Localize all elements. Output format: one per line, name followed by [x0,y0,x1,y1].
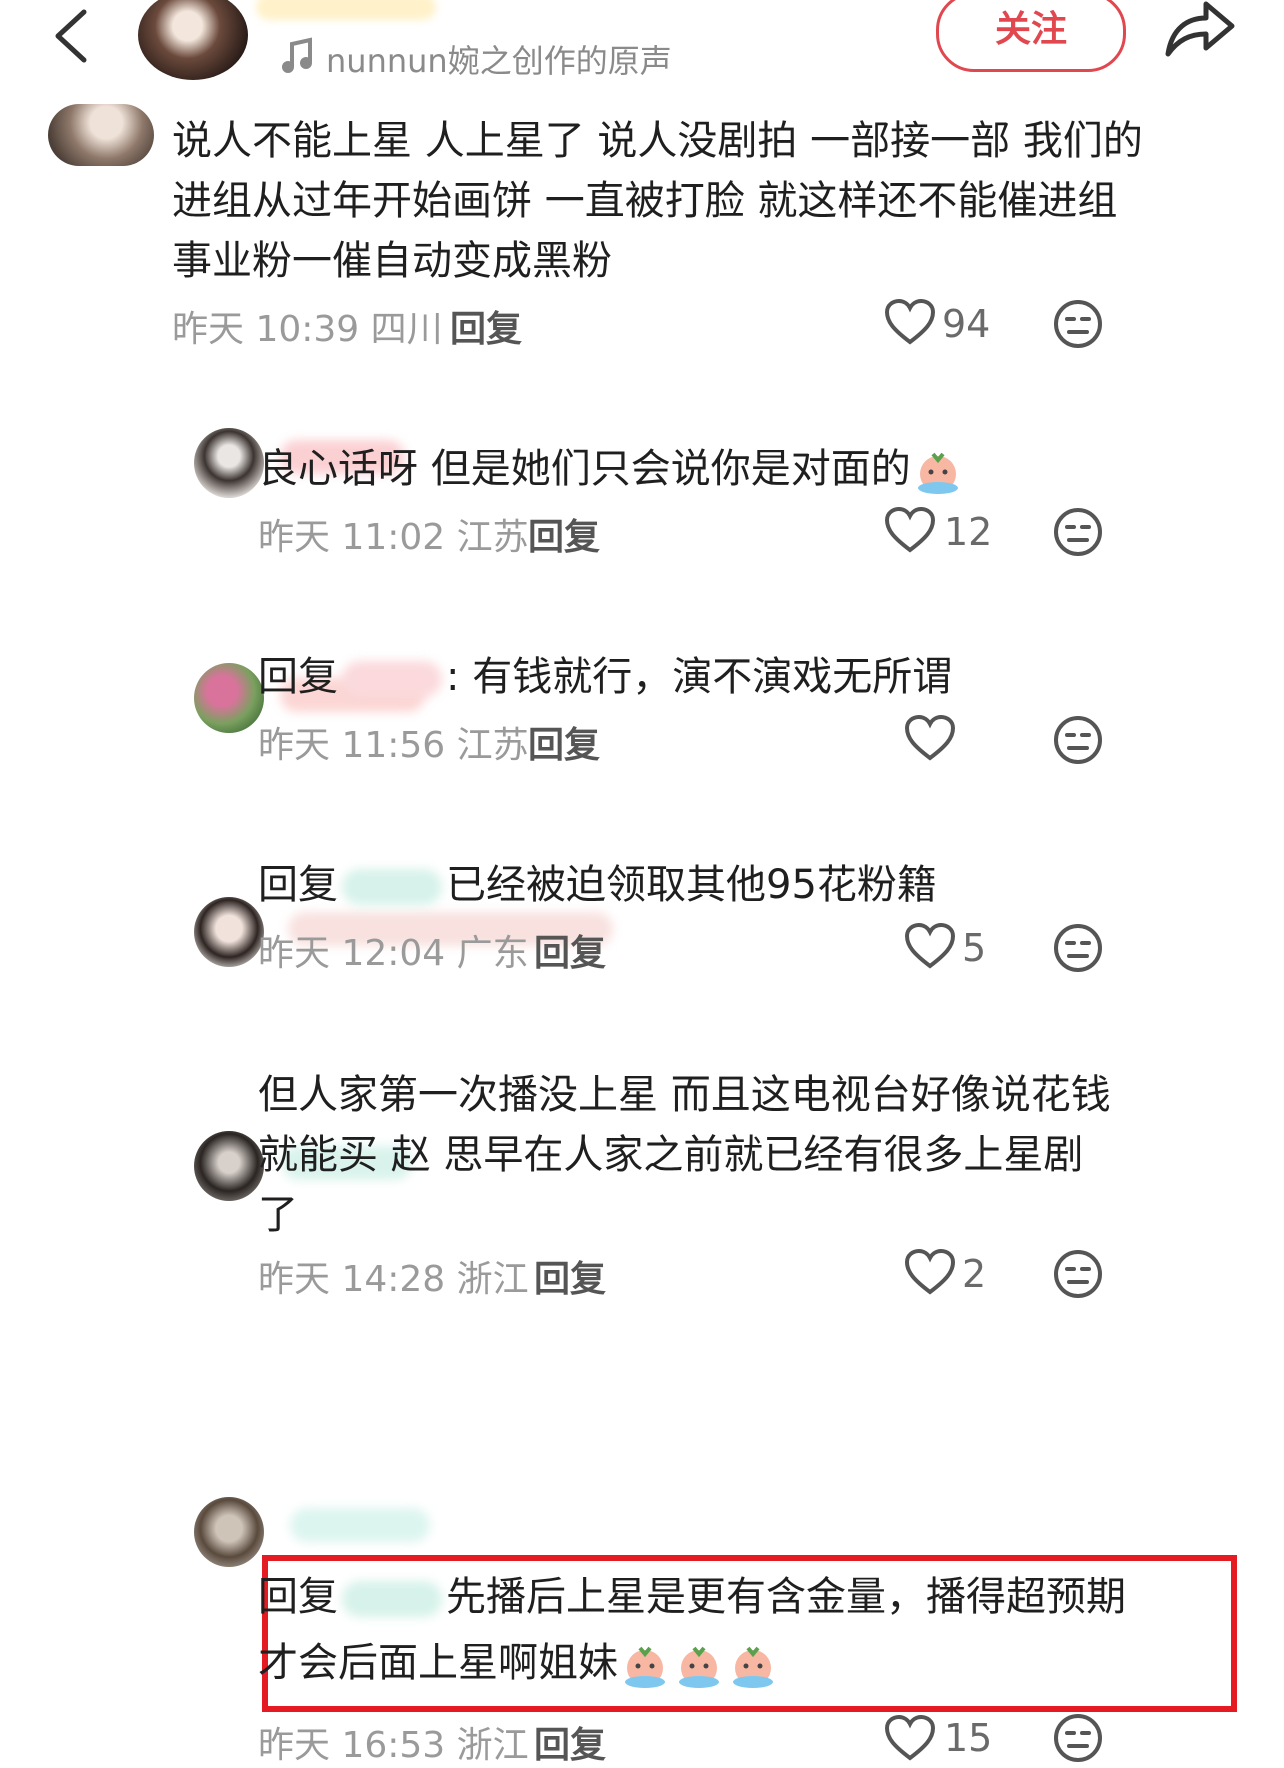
comment-meta: 昨天 10:39 四川 [172,309,443,350]
follow-button[interactable]: 关注 [936,0,1126,72]
mention-blurred [342,661,442,697]
comment-text-line: 事业粉一催自动变成黑粉 [172,238,612,284]
dislike-face-icon[interactable] [1052,298,1104,350]
commenter-avatar[interactable] [48,104,154,166]
comment-meta: 昨天 11:02 江苏 [258,517,529,558]
mention-blurred [342,1581,442,1617]
heart-icon[interactable] [904,714,956,762]
music-note-icon [282,37,312,73]
share-icon[interactable] [1162,0,1238,60]
reply-button[interactable]: 回复 [534,1716,606,1768]
comment-text-line: 了 [258,1192,298,1238]
comment-meta: 昨天 14:28 浙江 [258,1259,529,1300]
comment-text: 良心话呀 但是她们只会说你是对面的 [258,436,965,502]
commenter-avatar[interactable] [194,897,264,967]
reply-button[interactable]: 回复 [528,508,600,560]
dislike-face-icon[interactable] [1052,1248,1104,1300]
reply-button[interactable]: 回复 [528,716,600,768]
comment-text-line: 但人家第一次播没上星 而且这电视台好像说花钱 [258,1072,1111,1118]
comment-meta: 昨天 12:04 广东 [258,933,529,974]
commenter-avatar[interactable] [194,1131,264,1201]
commenter-name-blurred [290,1508,430,1542]
mention-blurred [342,869,442,905]
crying-emoji-icon [679,1646,719,1688]
like-count: 15 [944,1716,993,1760]
comment-meta: 昨天 11:56 江苏 [258,725,529,766]
heart-icon[interactable] [884,506,936,554]
commenter-avatar[interactable] [194,428,264,498]
reply-button[interactable]: 回复 [534,924,606,976]
dislike-face-icon[interactable] [1052,1712,1104,1764]
like-count: 5 [962,926,987,970]
author-name-blurred [256,0,436,20]
heart-icon[interactable] [904,1248,956,1296]
heart-icon[interactable] [884,298,936,346]
back-arrow-icon[interactable] [44,6,104,66]
dislike-face-icon[interactable] [1052,714,1104,766]
comment-text: 回复 已经被迫领取其他95花粉籍 [258,862,937,908]
like-count: 94 [942,302,991,346]
comment-text-line: 进组从过年开始画饼 一直被打脸 就这样还不能催进组 [172,178,1118,224]
heart-icon[interactable] [904,922,956,970]
original-sound-label[interactable]: nunnun婉之创作的原声 [326,36,672,82]
heart-icon[interactable] [884,1714,936,1762]
author-avatar[interactable] [138,0,248,80]
dislike-face-icon[interactable] [1052,922,1104,974]
crying-emoji-icon [733,1646,773,1688]
like-count: 12 [944,510,993,554]
comment-text: 回复: 有钱就行，演不演戏无所谓 [258,654,953,700]
commenter-avatar[interactable] [194,663,264,733]
comment-text-line: 回复 先播后上星是更有含金量，播得超预期 [258,1574,1126,1620]
crying-emoji-icon [625,1646,665,1688]
comment-text-line: 就能买 赵 思早在人家之前就已经有很多上星剧 [258,1132,1084,1178]
comment-text-line: 才会后面上星啊姐妹 [258,1630,780,1696]
comment-text-line: 说人不能上星 人上星了 说人没剧拍 一部接一部 我们的 [172,118,1143,164]
crying-emoji-icon [917,452,958,494]
reply-button[interactable]: 回复 [450,300,522,352]
dislike-face-icon[interactable] [1052,506,1104,558]
comment-meta: 昨天 16:53 浙江 [258,1725,529,1766]
reply-button[interactable]: 回复 [534,1250,606,1302]
like-count: 2 [962,1252,987,1296]
commenter-avatar[interactable] [194,1497,264,1567]
